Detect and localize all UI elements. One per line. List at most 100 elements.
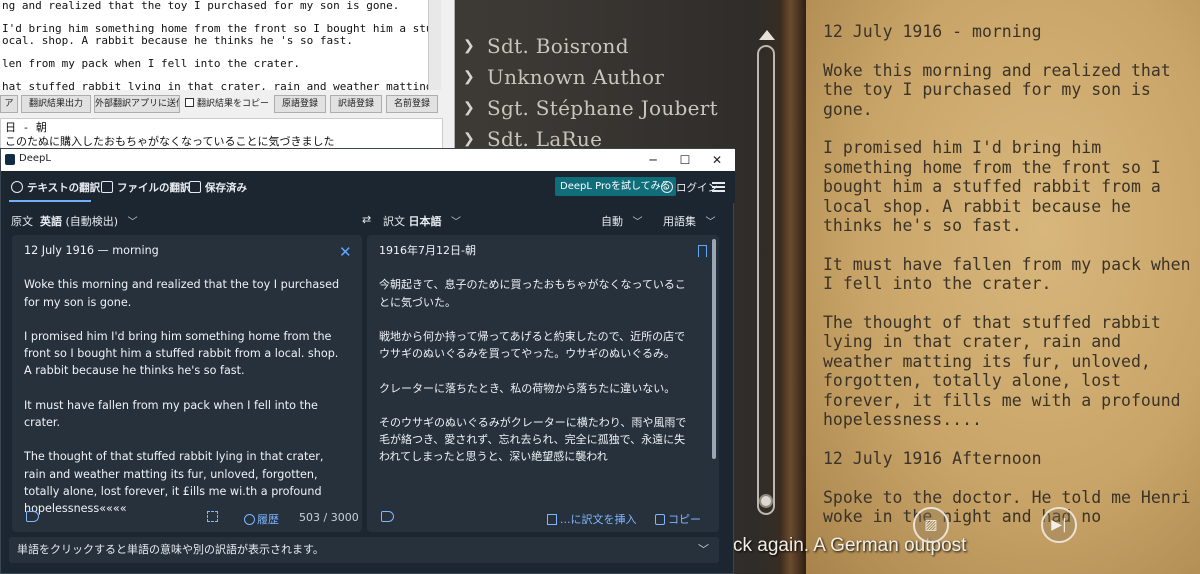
- send-external-button[interactable]: 外部翻訳アプリに送信: [94, 95, 180, 113]
- output-translation-button[interactable]: 翻訳結果出力: [21, 95, 91, 113]
- target-language-select[interactable]: 訳文 日本語 ﹀: [383, 213, 461, 229]
- hook-text-line: len from my pack when I fell into the cr…: [2, 56, 301, 70]
- hook-scrollbar[interactable]: [428, 0, 441, 90]
- select-area-icon[interactable]: [207, 511, 218, 525]
- hook-text-line: [2, 46, 426, 58]
- target-paragraph: クレーターに落ちたとき、私の荷物から落ちたに違いない。: [379, 381, 676, 395]
- hook-button-bar: ア 翻訳結果出力 外部翻訳アプリに送信 翻訳結果をコピー 原語登録 訳語登録 名…: [0, 95, 455, 113]
- speaker-icon[interactable]: [26, 511, 39, 525]
- copy-button[interactable]: コピー: [655, 511, 701, 527]
- target-panel-footer: ...に訳文を挿入 コピー: [367, 504, 719, 532]
- source-text[interactable]: 12 July 1916 — morning Woke this morning…: [24, 242, 346, 534]
- scroll-up-arrow[interactable]: [759, 30, 775, 40]
- deepl-window: DeepL ─ ☐ ✕ テキストの翻訳 ファイルの翻訳 保存済み DeepL P…: [0, 148, 735, 574]
- target-lang-label: 訳文: [383, 215, 405, 228]
- source-panel-footer: 履歴 503 / 3000: [12, 504, 362, 532]
- author-list: ❯ Sdt. Boisrond ❯ Unknown Author ❯ Sgt. …: [455, 30, 765, 151]
- diary-heading: 12 July 1916 Afternoon: [823, 448, 1042, 468]
- chevron-down-icon: ﹀: [451, 217, 461, 228]
- hook-text-line: hat stuffed rabbit lying in that crater,…: [2, 79, 428, 90]
- diary-paragraph: I promised him I'd bring him something h…: [823, 138, 1171, 236]
- target-paragraph: 今朝起きて、息子のために買ったおもちゃがなくなっていることに気づいた。: [379, 278, 686, 309]
- register-source-button[interactable]: 原語登録: [274, 95, 326, 113]
- active-tab-indicator: [9, 200, 91, 202]
- source-paragraph: 12 July 1916 — morning: [24, 244, 159, 257]
- author-item[interactable]: ❯ Sdt. Boisrond: [463, 34, 753, 62]
- swap-languages-icon[interactable]: ⇄: [362, 213, 371, 226]
- tab-label: 保存済み: [205, 182, 247, 194]
- checkbox-icon: [185, 98, 194, 107]
- speaker-icon[interactable]: [381, 511, 394, 525]
- target-text-panel[interactable]: 1916年7月12日-朝 今朝起きて、息子のために買ったおもちゃがなくなっている…: [367, 235, 719, 532]
- scrollbar-track[interactable]: [757, 45, 775, 515]
- user-icon: [661, 181, 673, 193]
- document-icon: [101, 181, 113, 193]
- tab-file-translation[interactable]: ファイルの翻訳: [101, 180, 191, 195]
- author-name: Unknown Author: [487, 65, 665, 89]
- history-icon: [244, 514, 255, 525]
- register-translation-button[interactable]: 訳語登録: [330, 95, 382, 113]
- globe-icon: [11, 181, 23, 193]
- hook-text-area[interactable]: ng and realized that the toy I purchased…: [0, 0, 428, 90]
- bookmark-icon[interactable]: [698, 245, 707, 257]
- source-language-select[interactable]: 原文 英語 (自動検出) ﹀: [11, 213, 138, 229]
- source-text-panel[interactable]: 12 July 1916 — morning Woke this morning…: [12, 235, 362, 532]
- copy-icon: [655, 514, 665, 525]
- copy-translation-checkbox[interactable]: 翻訳結果をコピー: [185, 95, 269, 113]
- close-icon[interactable]: ✕: [700, 149, 734, 171]
- next-icon[interactable]: ▶|: [1041, 507, 1077, 543]
- source-paragraph: I promised him I'd bring him something h…: [24, 329, 339, 378]
- tab-label: テキストの翻訳: [27, 182, 101, 194]
- hook-translation-area[interactable]: 日 - 朝 このたぬに購入したおもちゃがなくなっていることに気づきました: [0, 118, 443, 150]
- source-paragraph: Woke this morning and realized that the …: [24, 278, 340, 309]
- target-paragraph: 戦地から何か持って帰ってあげると約束したので、近所の店でウサギのぬいぐるみを買っ…: [379, 329, 686, 361]
- glossary-select[interactable]: 用語集 ﹀: [663, 213, 716, 229]
- language-bar: 原文 英語 (自動検出) ﹀ ⇄ 訳文 日本語 ﹀ 自動 ﹀ 用語集 ﹀: [1, 207, 735, 233]
- author-name: Sgt. Stéphane Joubert: [487, 96, 718, 120]
- skip-icon[interactable]: ▨: [913, 507, 949, 543]
- glossary-label: 用語集: [663, 215, 696, 228]
- hook-button[interactable]: ア: [0, 95, 18, 113]
- diary-paragraph: Spoke to the doctor. He told me Henri wo…: [823, 487, 1200, 527]
- chevron-right-icon: ❯: [463, 38, 475, 54]
- scrollbar-thumb[interactable]: [759, 494, 773, 508]
- try-pro-button[interactable]: DeepL Proを試してみる: [555, 177, 676, 196]
- source-paragraph: It must have fallen from my pack when I …: [24, 398, 318, 429]
- login-button[interactable]: ログイン: [661, 180, 718, 195]
- chevron-right-icon: ❯: [463, 100, 475, 116]
- author-item[interactable]: ❯ Unknown Author: [463, 65, 753, 93]
- author-item[interactable]: ❯ Sgt. Stéphane Joubert: [463, 96, 753, 124]
- diary-frame-edge: [780, 0, 806, 574]
- window-title: DeepL: [19, 153, 51, 164]
- clear-icon[interactable]: ✕: [339, 243, 352, 261]
- dictionary-hint-bar[interactable]: 単語をクリックすると単語の意味や別の訳語が表示されます。 ﹀: [9, 537, 719, 563]
- hook-text-line: I'd bring him something home from the fr…: [2, 22, 428, 35]
- register-name-button[interactable]: 名前登録: [386, 95, 438, 113]
- formality-select[interactable]: 自動 ﹀: [601, 213, 643, 229]
- hook-text-line: [2, 69, 426, 81]
- diary-text: 12 July 1916 - morning Woke this morning…: [823, 22, 1193, 546]
- target-paragraph: 1916年7月12日-朝: [379, 244, 476, 257]
- hook-text-line: ocal. shop. A rabbit because he thinks h…: [2, 33, 353, 47]
- hook-text-line: ng and realized that the toy I purchased…: [2, 0, 400, 12]
- target-paragraph: そのウサギのぬいぐるみがクレーターに横たわり、雨や風雨で毛が絡つき、愛されず、忘…: [379, 415, 687, 464]
- chevron-right-icon: ❯: [463, 131, 475, 147]
- chevron-down-icon[interactable]: ﹀: [698, 537, 709, 563]
- char-count: 503 / 3000: [299, 511, 359, 524]
- menu-icon[interactable]: [712, 182, 725, 192]
- tab-saved[interactable]: 保存済み: [189, 180, 247, 195]
- hook-translation-line: このたぬに購入したおもちゃがなくなっていることに気づきました: [5, 135, 335, 148]
- history-button[interactable]: 履歴: [244, 511, 279, 527]
- deepl-nav: テキストの翻訳 ファイルの翻訳 保存済み DeepL Proを試してみる ログイ…: [1, 171, 735, 203]
- maximize-icon[interactable]: ☐: [668, 149, 702, 171]
- insert-icon: [547, 514, 557, 525]
- hint-text: 単語をクリックすると単語の意味や別の訳語が表示されます。: [17, 543, 324, 556]
- target-text[interactable]: 1916年7月12日-朝 今朝起きて、息子のために買ったおもちゃがなくなっている…: [379, 242, 689, 492]
- minimize-icon[interactable]: ─: [636, 149, 670, 171]
- diary-heading: 12 July 1916 - morning: [823, 22, 1042, 41]
- insert-translation-button[interactable]: ...に訳文を挿入: [547, 511, 637, 527]
- history-label: 履歴: [257, 513, 279, 526]
- target-scrollbar[interactable]: [712, 239, 716, 459]
- tab-text-translation[interactable]: テキストの翻訳: [11, 180, 100, 195]
- diary-paragraph: The thought of that stuffed rabbit lying…: [823, 313, 1191, 430]
